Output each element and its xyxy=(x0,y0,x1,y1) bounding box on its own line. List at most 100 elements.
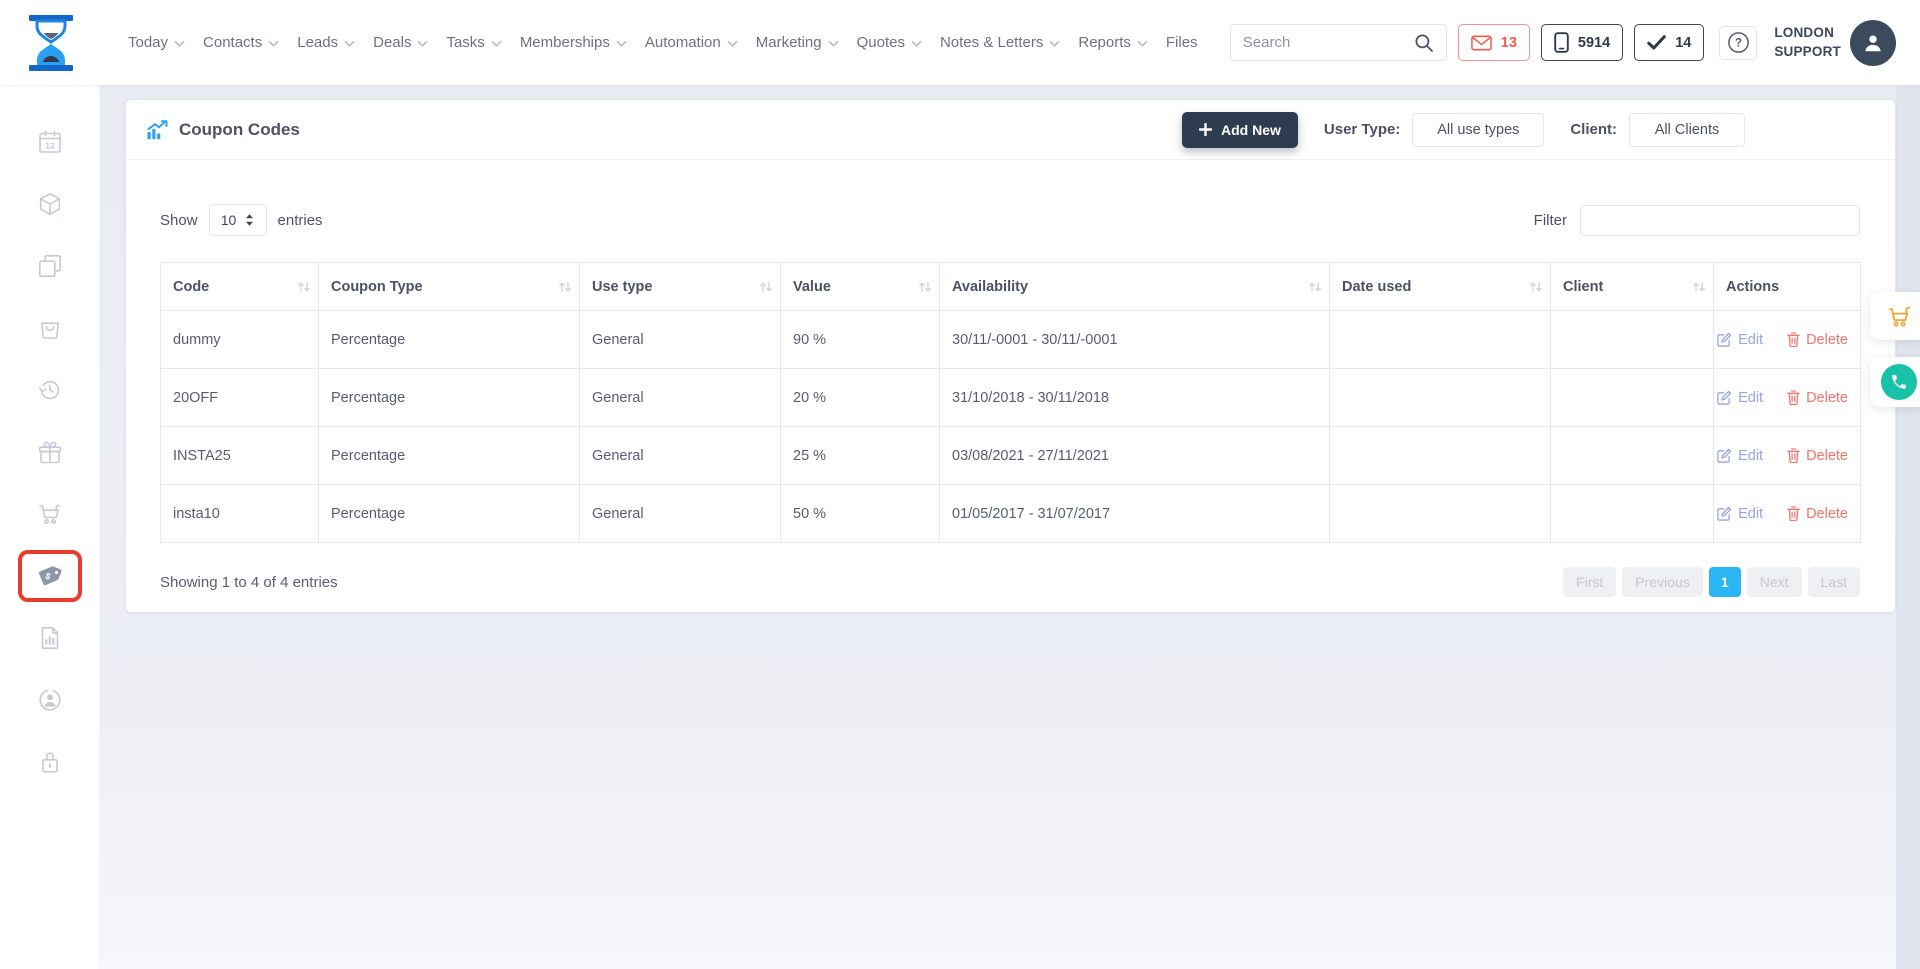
chevron-down-icon xyxy=(174,40,185,48)
sidebar: 12 xyxy=(0,85,100,969)
cell-code: 20OFF xyxy=(161,369,319,427)
delete-link[interactable]: Delete xyxy=(1787,390,1848,406)
column-header[interactable]: Date used xyxy=(1330,263,1551,311)
cell-actions: Edit Delete xyxy=(1714,311,1861,369)
cell-code: insta10 xyxy=(161,485,319,543)
client-select[interactable]: All Clients xyxy=(1629,113,1745,147)
add-new-button[interactable]: Add New xyxy=(1182,112,1298,148)
sidebar-item-gifts[interactable] xyxy=(0,421,99,483)
delete-link[interactable]: Delete xyxy=(1787,332,1848,348)
edit-label: Edit xyxy=(1738,390,1763,406)
page-size-select[interactable]: 10 xyxy=(209,204,267,236)
column-header[interactable]: Use type xyxy=(580,263,781,311)
panel-title-wrap: Coupon Codes xyxy=(146,120,300,140)
nav-item-label: Automation xyxy=(645,34,721,51)
delete-link[interactable]: Delete xyxy=(1787,448,1848,464)
nav-item[interactable]: Marketing xyxy=(756,34,839,51)
sidebar-item-security[interactable] xyxy=(0,731,99,793)
stepper-icon xyxy=(245,213,254,227)
sidebar-item-copy[interactable] xyxy=(0,235,99,297)
pagination-page-1[interactable]: 1 xyxy=(1709,567,1741,597)
pagination-previous[interactable]: Previous xyxy=(1622,567,1702,597)
cell-actions: Edit Delete xyxy=(1714,427,1861,485)
sort-icon xyxy=(297,281,311,293)
nav-item[interactable]: Tasks xyxy=(446,34,501,51)
smartphone-icon xyxy=(1554,32,1569,53)
column-header[interactable]: Code xyxy=(161,263,319,311)
sort-icon xyxy=(1692,281,1706,293)
tasks-badge[interactable]: 14 xyxy=(1634,24,1704,61)
client-label: Client: xyxy=(1570,121,1617,138)
edit-link[interactable]: Edit xyxy=(1717,506,1763,522)
messages-badge[interactable]: 13 xyxy=(1458,24,1530,61)
messages-count: 13 xyxy=(1501,35,1517,51)
sidebar-item-reports[interactable] xyxy=(0,607,99,669)
sidebar-item-coupons[interactable]: $ xyxy=(0,545,99,607)
nav-item[interactable]: Deals xyxy=(373,34,428,51)
svg-text:?: ? xyxy=(1735,38,1742,50)
pagination-next[interactable]: Next xyxy=(1747,567,1802,597)
edit-link[interactable]: Edit xyxy=(1717,448,1763,464)
column-header[interactable]: Actions xyxy=(1714,263,1861,311)
edit-icon xyxy=(1717,332,1732,347)
column-header[interactable]: Coupon Type xyxy=(319,263,580,311)
nav-item-label: Leads xyxy=(297,34,338,51)
cell-use-type: General xyxy=(580,311,781,369)
sidebar-item-cart[interactable] xyxy=(0,483,99,545)
app-logo[interactable] xyxy=(28,15,74,71)
search-input[interactable] xyxy=(1231,34,1402,51)
column-header[interactable]: Client xyxy=(1551,263,1714,311)
lock-icon xyxy=(37,749,63,775)
show-label: Show xyxy=(160,212,198,229)
column-header[interactable]: Value xyxy=(781,263,940,311)
call-circle xyxy=(1881,364,1917,400)
nav-item[interactable]: Notes & Letters xyxy=(940,34,1060,51)
gift-icon xyxy=(37,439,63,465)
column-header[interactable]: Availability xyxy=(940,263,1330,311)
search-button[interactable] xyxy=(1402,25,1446,60)
pagination: First Previous 1 Next Last xyxy=(1563,567,1860,597)
sidebar-item-history[interactable] xyxy=(0,359,99,421)
edit-link[interactable]: Edit xyxy=(1717,332,1763,348)
nav-item[interactable]: Today xyxy=(128,34,185,51)
avatar[interactable] xyxy=(1850,20,1896,66)
cell-value: 25 % xyxy=(781,427,940,485)
sidebar-item-calendar[interactable]: 12 xyxy=(0,111,99,173)
nav-item-label: Tasks xyxy=(446,34,484,51)
sidebar-item-account[interactable] xyxy=(0,669,99,731)
delete-link[interactable]: Delete xyxy=(1787,506,1848,522)
delete-label: Delete xyxy=(1806,506,1848,522)
cell-actions: Edit Delete xyxy=(1714,369,1861,427)
filter-input[interactable] xyxy=(1580,205,1860,236)
sort-icon xyxy=(1529,281,1543,293)
user-type-select[interactable]: All use types xyxy=(1412,113,1544,147)
coupon-table: Code Coupon Type xyxy=(160,262,1861,543)
sidebar-item-orders[interactable] xyxy=(0,297,99,359)
nav-item-label: Reports xyxy=(1078,34,1131,51)
floating-cart-button[interactable] xyxy=(1870,292,1920,340)
nav-item[interactable]: Contacts xyxy=(203,34,279,51)
calls-badge[interactable]: 5914 xyxy=(1541,24,1623,61)
nav-item[interactable]: Files xyxy=(1166,34,1198,51)
sidebar-item-products[interactable] xyxy=(0,173,99,235)
nav-item-label: Files xyxy=(1166,34,1198,51)
pagination-last[interactable]: Last xyxy=(1808,567,1860,597)
nav-item-label: Memberships xyxy=(520,34,610,51)
topbar-right: 13 5914 14 ? LONDON SUPPORT xyxy=(1230,20,1896,66)
nav-item[interactable]: Reports xyxy=(1078,34,1148,51)
nav-item[interactable]: Automation xyxy=(645,34,738,51)
sort-icon xyxy=(918,281,932,293)
cell-client xyxy=(1551,311,1714,369)
cell-actions: Edit Delete xyxy=(1714,485,1861,543)
help-button[interactable]: ? xyxy=(1719,26,1757,60)
coupon-tag-icon: $ xyxy=(36,562,64,590)
nav-item-label: Deals xyxy=(373,34,411,51)
nav-item[interactable]: Quotes xyxy=(857,34,922,51)
scrollbar-track[interactable] xyxy=(1896,85,1920,969)
nav-item[interactable]: Leads xyxy=(297,34,355,51)
pagination-first[interactable]: First xyxy=(1563,567,1616,597)
edit-link[interactable]: Edit xyxy=(1717,390,1763,406)
column-header-label: Date used xyxy=(1342,279,1411,295)
nav-item[interactable]: Memberships xyxy=(520,34,627,51)
floating-call-button[interactable] xyxy=(1870,357,1920,407)
